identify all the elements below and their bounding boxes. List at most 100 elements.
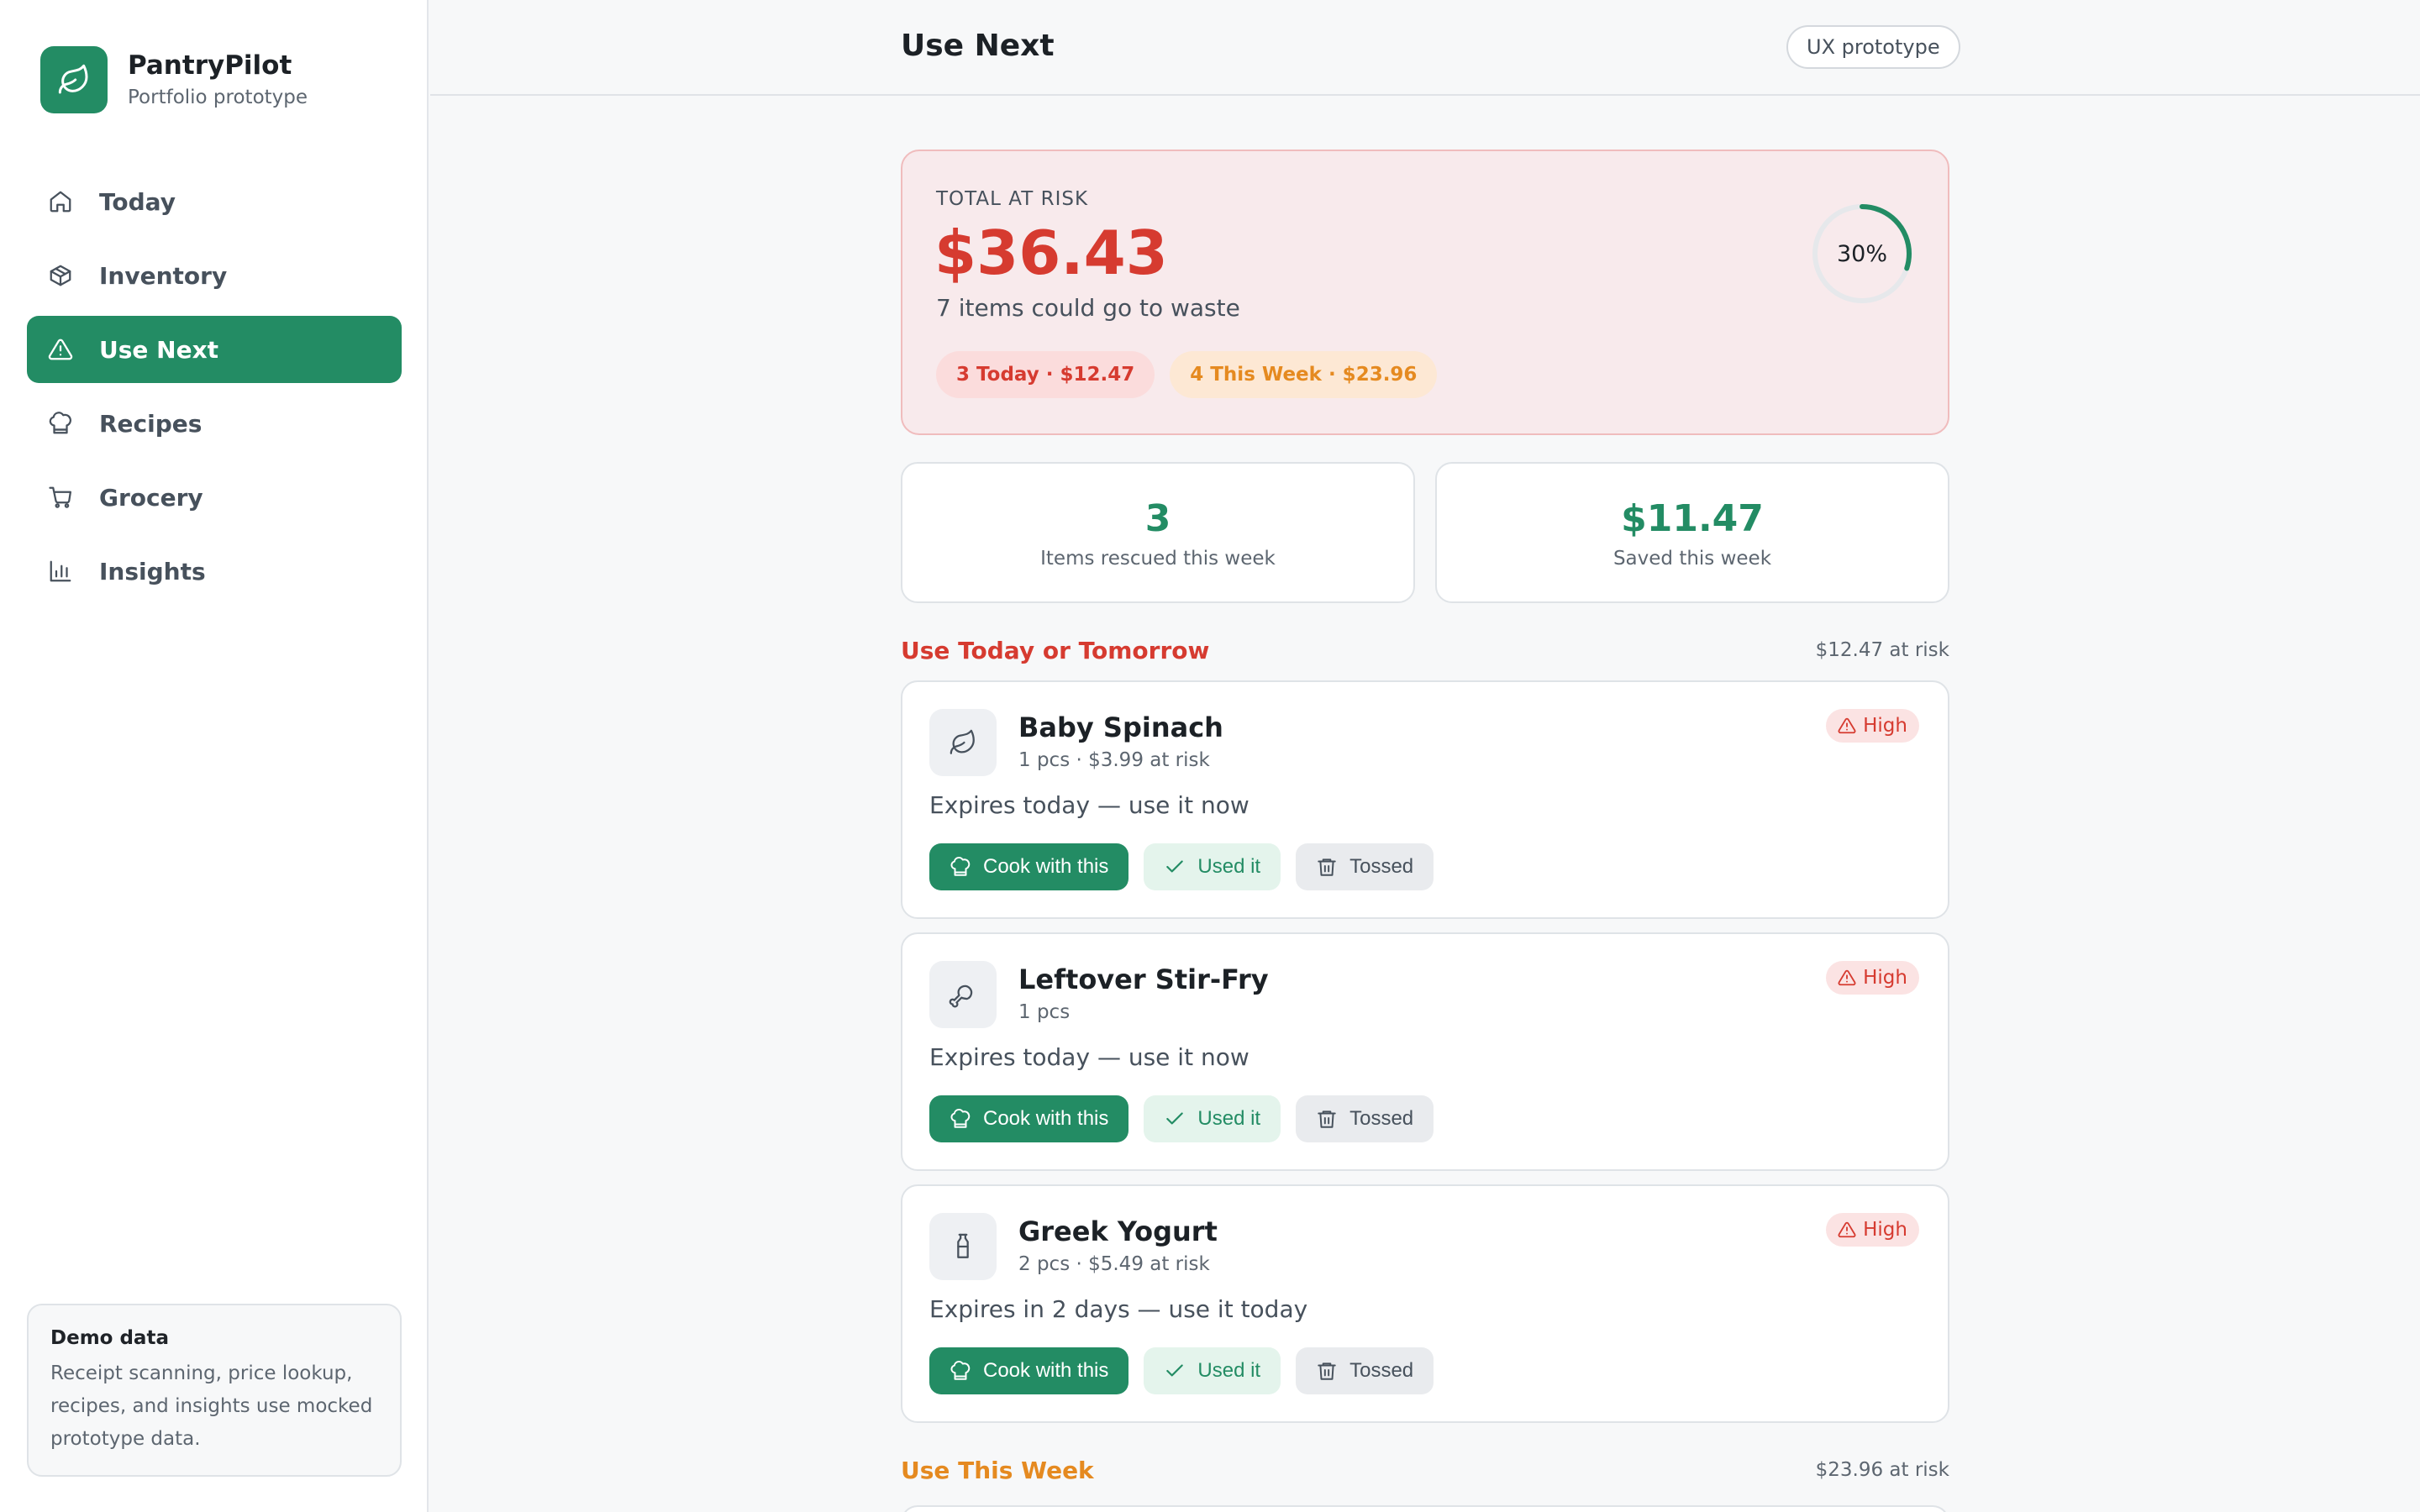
item-meta: 1 pcs — [1018, 1001, 1071, 1023]
sidebar-item-grocery[interactable]: Grocery — [27, 464, 402, 531]
stat-value: $11.47 — [1621, 497, 1764, 540]
button-label: Used it — [1197, 1359, 1261, 1382]
bottle-icon — [929, 1213, 997, 1280]
sidebar-item-recipes[interactable]: Recipes — [27, 390, 402, 457]
priority-label: High — [1863, 1219, 1907, 1241]
item-meta: 2 pcs · $5.49 at risk — [1018, 1253, 1210, 1275]
check-icon — [1164, 856, 1186, 878]
check-icon — [1164, 1360, 1186, 1382]
stats-row: 3 Items rescued this week $11.47 Saved t… — [901, 462, 1949, 603]
item-name: Baby Spinach — [1018, 711, 1223, 743]
used-it-button[interactable]: Used it — [1144, 1095, 1281, 1142]
demo-data-notice: Demo data Receipt scanning, price lookup… — [27, 1304, 402, 1477]
tossed-button[interactable]: Tossed — [1296, 1095, 1434, 1142]
button-label: Used it — [1197, 1107, 1261, 1130]
section-risk: $23.96 at risk — [1815, 1459, 1949, 1481]
alert-triangle-icon — [1838, 1221, 1856, 1239]
sidebar-item-label: Insights — [99, 557, 206, 585]
stat-label: Saved this week — [1612, 548, 1772, 570]
alert-triangle-icon — [1838, 969, 1856, 987]
cook-with-this-button[interactable]: Cook with this — [929, 1095, 1129, 1142]
alert-triangle-icon — [1838, 717, 1856, 735]
progress-label: 30% — [1836, 240, 1887, 267]
priority-badge: High — [1826, 709, 1919, 743]
button-label: Cook with this — [983, 1107, 1109, 1130]
sidebar-nav: Today Inventory Use Next Recipes Grocery — [27, 168, 402, 612]
trash-icon — [1316, 1360, 1338, 1382]
item-card — [901, 1505, 1949, 1512]
today-risk-pill[interactable]: 3 Today · $12.47 — [936, 351, 1155, 398]
leaf-icon — [929, 709, 997, 776]
risk-amount: $36.43 — [934, 218, 1168, 288]
top-header: Use Next UX prototype — [430, 0, 2420, 96]
demo-text: Receipt scanning, price lookup, recipes,… — [50, 1362, 373, 1450]
item-card: Leftover Stir-Fry 1 pcs High Expires tod… — [901, 932, 1949, 1171]
trash-icon — [1316, 1108, 1338, 1130]
item-expiry: Expires today — use it now — [929, 1043, 1249, 1071]
button-label: Tossed — [1349, 1359, 1414, 1382]
item-expiry: Expires today — use it now — [929, 791, 1249, 819]
cook-with-this-button[interactable]: Cook with this — [929, 1347, 1129, 1394]
page-title: Use Next — [901, 29, 1055, 63]
leaf-logo-icon — [40, 46, 108, 113]
tossed-button[interactable]: Tossed — [1296, 1347, 1434, 1394]
button-label: Cook with this — [983, 1359, 1109, 1382]
sidebar-item-label: Recipes — [99, 409, 203, 438]
week-risk-pill[interactable]: 4 This Week · $23.96 — [1170, 351, 1438, 398]
chef-hat-icon — [47, 410, 74, 437]
button-label: Tossed — [1349, 1107, 1414, 1130]
button-label: Used it — [1197, 855, 1261, 878]
section-header-week: Use This Week $23.96 at risk — [901, 1453, 1949, 1487]
trash-icon — [1316, 856, 1338, 878]
button-label: Tossed — [1349, 855, 1414, 878]
app-name: PantryPilot — [128, 50, 292, 81]
stat-label: Items rescued this week — [1040, 548, 1276, 570]
priority-label: High — [1863, 967, 1907, 989]
priority-label: High — [1863, 715, 1907, 737]
item-expiry: Expires in 2 days — use it today — [929, 1295, 1308, 1323]
chef-hat-icon — [950, 856, 971, 878]
app-subtitle: Portfolio prototype — [128, 87, 308, 108]
sidebar-item-label: Inventory — [99, 261, 228, 290]
stat-card-rescued: 3 Items rescued this week — [901, 462, 1415, 603]
section-title: Use This Week — [901, 1456, 1094, 1484]
alert-triangle-icon — [47, 336, 74, 363]
section-title: Use Today or Tomorrow — [901, 636, 1210, 664]
cook-with-this-button[interactable]: Cook with this — [929, 843, 1129, 890]
risk-label: TOTAL AT RISK — [936, 188, 1089, 210]
item-meta: 1 pcs · $3.99 at risk — [1018, 749, 1210, 771]
main-content: TOTAL AT RISK $36.43 7 items could go to… — [901, 150, 1949, 1512]
tossed-button[interactable]: Tossed — [1296, 843, 1434, 890]
sidebar-item-today[interactable]: Today — [27, 168, 402, 235]
sidebar-item-inventory[interactable]: Inventory — [27, 242, 402, 309]
stat-card-saved: $11.47 Saved this week — [1435, 462, 1949, 603]
item-name: Greek Yogurt — [1018, 1215, 1218, 1247]
sidebar-item-use-next[interactable]: Use Next — [27, 316, 402, 383]
priority-badge: High — [1826, 1213, 1919, 1247]
item-card: Greek Yogurt 2 pcs · $5.49 at risk High … — [901, 1184, 1949, 1423]
drumstick-icon — [929, 961, 997, 1028]
risk-subtitle: 7 items could go to waste — [936, 294, 1240, 322]
sidebar: PantryPilot Portfolio prototype Today In… — [0, 0, 429, 1512]
bar-chart-icon — [47, 558, 74, 585]
section-risk: $12.47 at risk — [1815, 639, 1949, 661]
sidebar-item-insights[interactable]: Insights — [27, 538, 402, 605]
chef-hat-icon — [950, 1108, 971, 1130]
cart-icon — [47, 484, 74, 511]
box-icon — [47, 262, 74, 289]
used-it-button[interactable]: Used it — [1144, 1347, 1281, 1394]
check-icon — [1164, 1108, 1186, 1130]
home-icon — [47, 188, 74, 215]
stat-value: 3 — [1144, 497, 1171, 540]
priority-badge: High — [1826, 961, 1919, 995]
total-at-risk-card: TOTAL AT RISK $36.43 7 items could go to… — [901, 150, 1949, 435]
item-name: Leftover Stir-Fry — [1018, 963, 1269, 995]
section-header-today: Use Today or Tomorrow $12.47 at risk — [901, 633, 1949, 667]
demo-title: Demo data — [50, 1327, 169, 1349]
used-it-button[interactable]: Used it — [1144, 843, 1281, 890]
chef-hat-icon — [950, 1360, 971, 1382]
sidebar-item-label: Use Next — [99, 335, 219, 364]
brand[interactable]: PantryPilot Portfolio prototype — [40, 46, 308, 113]
sidebar-item-label: Today — [99, 187, 176, 216]
sidebar-item-label: Grocery — [99, 483, 203, 512]
